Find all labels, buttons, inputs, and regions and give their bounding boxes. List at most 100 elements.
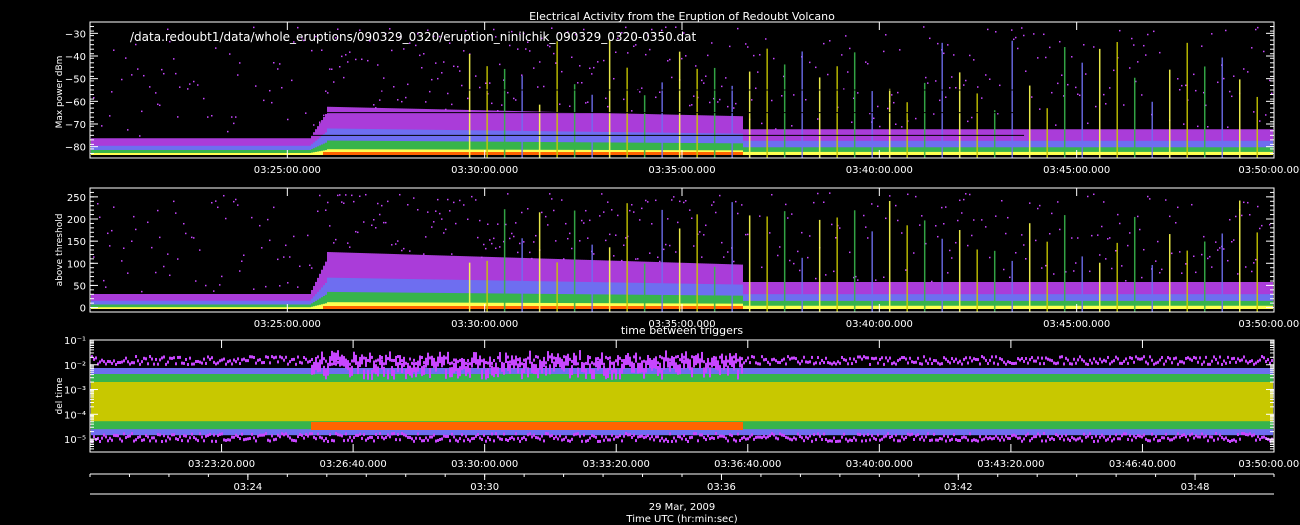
density-high — [1087, 151, 1089, 155]
density-high — [1095, 151, 1097, 155]
density-peak — [475, 152, 477, 155]
density-scatter — [967, 120, 969, 123]
density-scatter — [513, 97, 515, 100]
density-high — [1049, 151, 1051, 155]
density-scatter — [599, 215, 601, 217]
density-peak — [433, 306, 435, 309]
density-peak — [717, 306, 719, 309]
density-peak — [571, 152, 573, 155]
density-scatter — [327, 92, 329, 94]
density-scatter — [989, 78, 991, 80]
density-scatter — [127, 272, 129, 274]
density-peak — [593, 152, 595, 155]
density-peak — [423, 306, 425, 309]
density-peak — [369, 306, 371, 309]
density-scatter — [631, 110, 633, 112]
burst-streak — [678, 51, 681, 158]
density-peak — [677, 152, 679, 155]
density-high — [243, 307, 245, 309]
density-scatter — [805, 98, 807, 101]
density-high — [319, 304, 321, 309]
density-scatter — [617, 214, 619, 217]
density-peak — [465, 306, 467, 309]
density-peak — [335, 152, 337, 155]
density-scatter — [367, 59, 369, 62]
density-scatter — [955, 86, 957, 89]
density-scatter — [647, 201, 649, 203]
density-high — [789, 305, 791, 309]
density-high — [255, 307, 257, 309]
density-scatter — [645, 53, 647, 56]
density-scatter — [239, 270, 241, 272]
density-scatter — [949, 87, 951, 89]
density-peak — [367, 152, 369, 155]
density-high — [215, 307, 217, 309]
density-scatter — [431, 226, 433, 228]
density-high — [759, 151, 761, 155]
density-scatter — [177, 116, 179, 118]
density-scatter — [995, 31, 997, 33]
density-scatter — [195, 280, 197, 282]
density-peak — [617, 306, 619, 309]
density-peak — [405, 152, 407, 155]
density-peak — [385, 306, 387, 309]
density-scatter — [537, 86, 539, 88]
density-high — [1193, 151, 1195, 155]
density-scatter — [683, 201, 685, 204]
density-high — [1249, 151, 1251, 155]
density-peak — [453, 306, 455, 309]
density-scatter — [133, 215, 135, 218]
density-peak — [339, 306, 341, 309]
density-peak — [729, 152, 731, 155]
density-high — [873, 151, 875, 155]
density-scatter — [1147, 33, 1149, 36]
density-high — [259, 152, 261, 155]
density-scatter — [123, 247, 125, 249]
density-scatter — [513, 235, 515, 238]
density-scatter — [329, 225, 331, 227]
density-scatter — [319, 194, 321, 197]
density-high — [755, 305, 757, 309]
density-high — [965, 151, 967, 155]
density-scatter — [1257, 26, 1259, 29]
density-scatter — [391, 244, 393, 246]
density-high — [293, 307, 295, 309]
density-high — [939, 151, 941, 155]
density-high — [793, 151, 795, 155]
burst-streak — [608, 39, 611, 159]
density-high — [877, 151, 879, 155]
density-scatter — [253, 26, 255, 29]
density-scatter — [1195, 89, 1197, 92]
density-peak — [547, 306, 549, 309]
density-peak — [607, 306, 609, 309]
density-scatter — [413, 197, 415, 199]
density-scatter — [621, 259, 623, 262]
density-high — [1017, 151, 1019, 155]
density-scatter — [551, 27, 553, 29]
density-scatter — [1259, 120, 1261, 122]
density-scatter — [593, 66, 595, 69]
density-high — [321, 150, 323, 155]
density-high — [1215, 151, 1217, 155]
density-high — [225, 152, 227, 155]
density-peak — [703, 306, 705, 309]
density-scatter — [733, 260, 735, 263]
density-scatter — [211, 114, 213, 117]
density-scatter — [603, 211, 605, 213]
density-scatter — [701, 79, 703, 82]
density-high — [263, 152, 265, 155]
density-high — [213, 307, 215, 309]
density-high — [1071, 151, 1073, 155]
density-peak — [649, 306, 651, 309]
density-high — [311, 152, 313, 155]
density-scatter — [287, 118, 289, 121]
density-high — [1149, 151, 1151, 155]
density-scatter — [463, 50, 465, 52]
density-peak — [467, 152, 469, 155]
density-high — [157, 152, 159, 155]
density-peak — [403, 306, 405, 309]
density-high — [109, 152, 111, 155]
density-high — [777, 151, 779, 155]
density-scatter — [943, 52, 945, 55]
density-scatter — [769, 232, 771, 234]
